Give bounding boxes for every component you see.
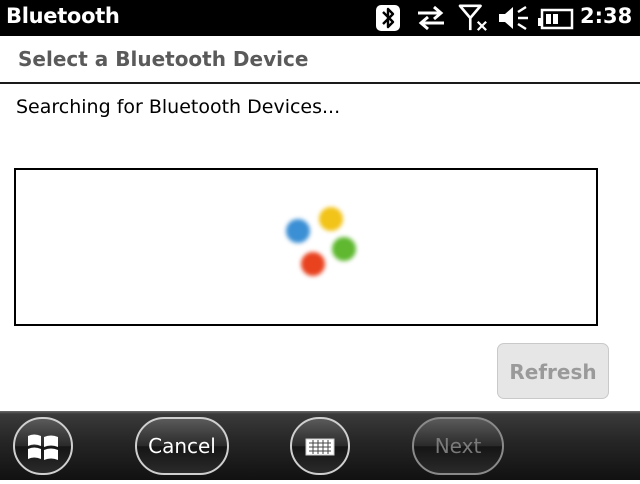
spinner-dot-yellow <box>319 207 343 231</box>
spinner-dot-red <box>301 252 325 276</box>
data-connection-icon[interactable] <box>414 4 448 32</box>
bluetooth-icon[interactable] <box>374 4 402 32</box>
softkey-bar: Cancel Next <box>0 411 640 480</box>
keyboard-icon <box>305 438 335 456</box>
spinner-dot-green <box>332 237 356 261</box>
speaker-icon[interactable] <box>497 4 531 32</box>
device-list[interactable] <box>14 168 598 326</box>
no-signal-icon[interactable] <box>456 4 492 32</box>
spinner-dot-blue <box>286 219 310 243</box>
start-button[interactable] <box>13 417 73 475</box>
next-button[interactable]: Next <box>412 417 504 475</box>
search-status-text: Searching for Bluetooth Devices... <box>16 96 341 118</box>
battery-icon[interactable] <box>536 4 574 32</box>
clock[interactable]: 2:38 <box>580 4 632 28</box>
keyboard-button[interactable] <box>290 417 350 475</box>
cancel-button[interactable]: Cancel <box>135 417 229 475</box>
section-header: Select a Bluetooth Device <box>0 36 640 84</box>
title-bar: Bluetooth 2:38 <box>0 0 640 36</box>
app-title: Bluetooth <box>6 4 120 28</box>
windows-logo-icon <box>28 434 58 460</box>
page-title: Select a Bluetooth Device <box>18 47 309 71</box>
refresh-button[interactable]: Refresh <box>497 343 609 399</box>
